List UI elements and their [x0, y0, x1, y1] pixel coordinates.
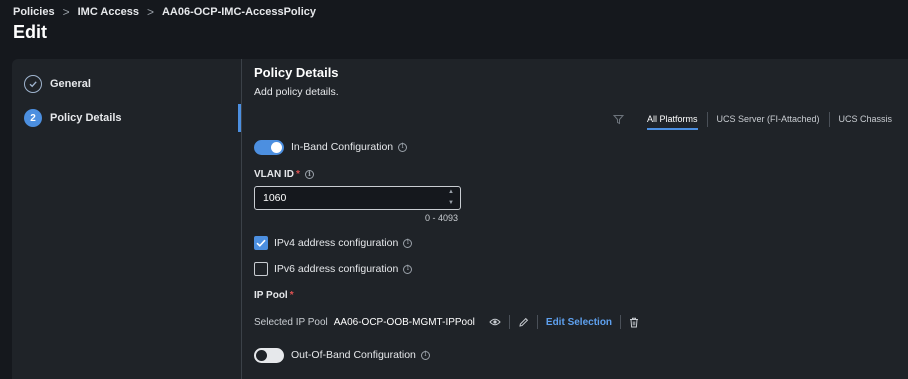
ipv6-row: IPv6 address configuration — [274, 263, 413, 275]
filter-icon[interactable] — [612, 112, 625, 130]
vlan-id-label: VLAN ID — [254, 169, 294, 180]
info-icon[interactable] — [403, 264, 413, 274]
inband-configuration-label: In-Band Configuration — [291, 141, 394, 153]
info-icon[interactable] — [304, 169, 314, 179]
step-policy-details-label: Policy Details — [50, 112, 122, 124]
ipv4-checkbox[interactable] — [254, 236, 268, 250]
divider — [620, 315, 622, 329]
ipv4-row: IPv4 address configuration — [274, 237, 413, 249]
info-icon[interactable] — [398, 142, 408, 152]
chevron-down-icon[interactable]: ▼ — [448, 200, 454, 207]
ipv6-label: IPv6 address configuration — [274, 263, 399, 275]
check-icon — [256, 239, 266, 247]
ip-pool-label-row: IP Pool * — [254, 290, 294, 301]
breadcrumb-item-policy: AA06-OCP-IMC-AccessPolicy — [161, 6, 317, 18]
tab-ucs-server-fi-attached[interactable]: UCS Server (FI-Attached) — [708, 110, 829, 129]
section-title: Policy Details — [254, 65, 339, 80]
vlan-id-input[interactable] — [254, 186, 461, 210]
edit-panel: General 2 Policy Details Policy Details … — [12, 59, 908, 379]
selected-ip-pool-value: AA06-OCP-OOB-MGMT-IPPool — [333, 316, 475, 328]
required-marker: * — [296, 169, 300, 180]
chevron-up-icon[interactable]: ▲ — [448, 189, 454, 196]
step-general[interactable]: General — [24, 75, 91, 93]
step-general-label: General — [50, 78, 91, 90]
tab-ucs-chassis[interactable]: UCS Chassis — [830, 110, 902, 129]
breadcrumb: Policies > IMC Access > AA06-OCP-IMC-Acc… — [13, 5, 316, 19]
selected-ip-pool-label: Selected IP Pool — [254, 316, 328, 328]
inband-configuration-row: In-Band Configuration — [291, 141, 408, 153]
trash-icon[interactable] — [629, 317, 639, 328]
info-icon[interactable] — [420, 350, 430, 360]
toggle-knob — [256, 350, 267, 361]
step-policy-details[interactable]: 2 Policy Details — [24, 109, 122, 127]
tab-all-platforms[interactable]: All Platforms — [638, 110, 707, 130]
inband-configuration-toggle[interactable] — [254, 140, 284, 155]
policy-details-content: Policy Details Add policy details. All P… — [242, 59, 908, 379]
eye-icon[interactable] — [489, 317, 501, 327]
wizard-steps: General 2 Policy Details — [12, 59, 241, 379]
breadcrumb-item-policies[interactable]: Policies — [13, 6, 55, 18]
selected-ip-pool-row: Selected IP Pool AA06-OCP-OOB-MGMT-IPPoo… — [254, 315, 639, 329]
check-icon — [24, 75, 42, 93]
step-number: 2 — [24, 109, 42, 127]
vlan-id-stepper[interactable]: ▲ ▼ — [446, 189, 456, 207]
info-icon[interactable] — [403, 238, 413, 248]
vlan-id-label-row: VLAN ID * — [254, 169, 314, 180]
out-of-band-configuration-toggle[interactable] — [254, 348, 284, 363]
breadcrumb-separator: > — [146, 5, 154, 19]
section-subtitle: Add policy details. — [254, 86, 339, 98]
divider — [508, 315, 510, 329]
breadcrumb-item-imc-access[interactable]: IMC Access — [78, 6, 139, 18]
required-marker: * — [289, 290, 294, 301]
out-of-band-configuration-row: Out-Of-Band Configuration — [291, 349, 430, 361]
vlan-id-range-hint: 0 - 4093 — [425, 213, 459, 223]
ipv6-checkbox[interactable] — [254, 262, 268, 276]
page-title: Edit — [13, 22, 47, 42]
edit-selection-link[interactable]: Edit Selection — [546, 317, 612, 328]
platform-tabs: All Platforms UCS Server (FI-Attached) U… — [638, 110, 902, 130]
pencil-icon[interactable] — [518, 317, 529, 328]
ipv4-label: IPv4 address configuration — [274, 237, 399, 249]
divider — [536, 315, 538, 329]
breadcrumb-separator: > — [62, 5, 70, 19]
toggle-knob — [271, 142, 282, 153]
out-of-band-configuration-label: Out-Of-Band Configuration — [291, 349, 416, 361]
ip-pool-label: IP Pool — [254, 290, 288, 301]
